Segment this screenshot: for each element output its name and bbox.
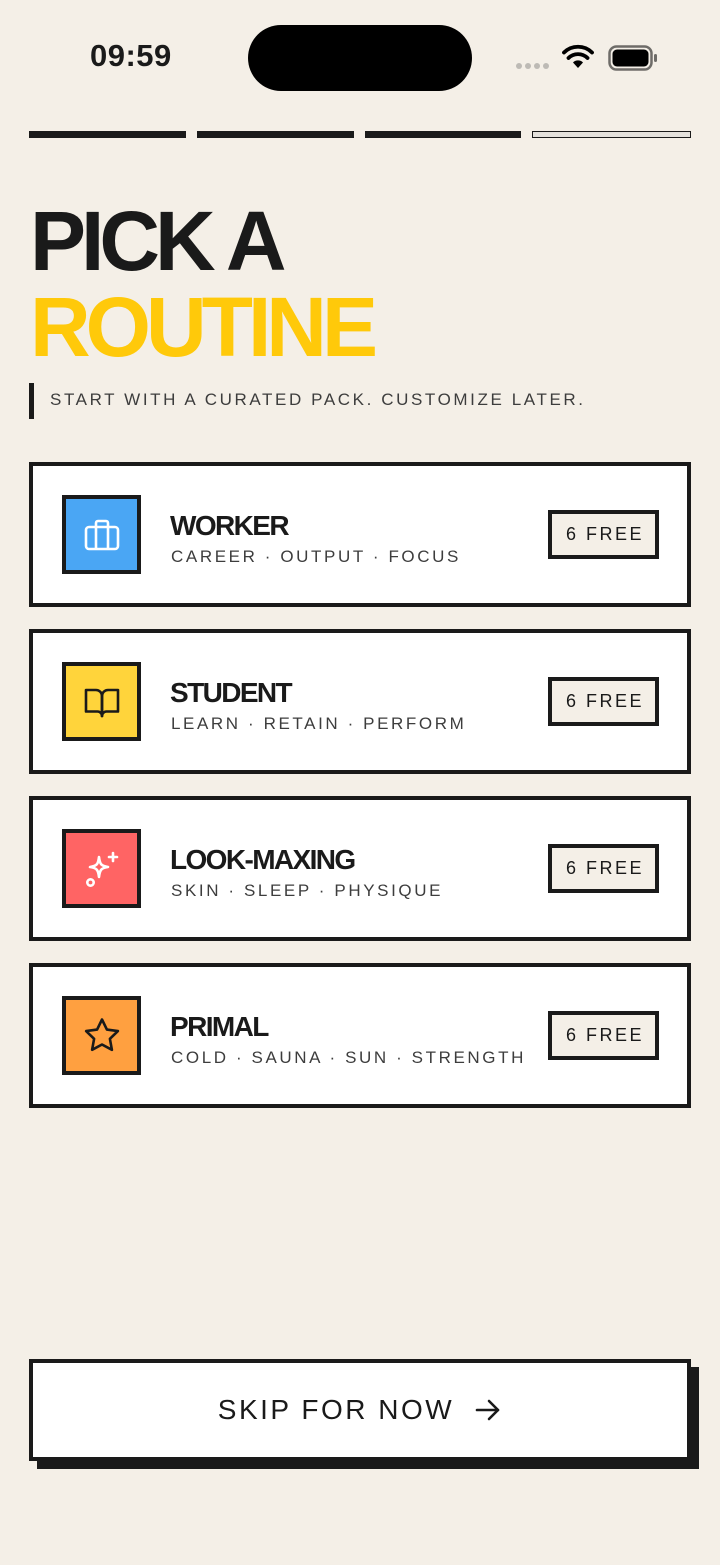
dynamic-island xyxy=(248,25,472,91)
briefcase-icon xyxy=(84,519,119,550)
routine-name: LOOK-MAXING xyxy=(170,844,356,875)
routine-name: WORKER xyxy=(170,510,290,541)
wifi-icon xyxy=(562,44,594,68)
routine-list: WORKER CAREER · OUTPUT · FOCUS 6 FREE ST… xyxy=(29,462,691,1130)
status-bar: 09:59 xyxy=(0,0,720,110)
page-title: PICK A ROUTINE xyxy=(30,194,378,374)
routine-card-primal[interactable]: PRIMAL COLD · SAUNA · SUN · STRENGTH 6 F… xyxy=(29,963,691,1108)
free-count-badge: 6 FREE xyxy=(548,677,659,726)
routine-tags: COLD · SAUNA · SUN · STRENGTH xyxy=(171,1048,526,1067)
page-title-line1: PICK A xyxy=(30,194,287,288)
routine-card-worker[interactable]: WORKER CAREER · OUTPUT · FOCUS 6 FREE xyxy=(29,462,691,607)
free-count-badge: 6 FREE xyxy=(548,1011,659,1060)
progress-step-2 xyxy=(196,131,354,138)
skip-button-container: SKIP FOR NOW xyxy=(29,1359,699,1469)
book-icon xyxy=(84,688,119,717)
battery-icon xyxy=(608,45,657,71)
progress-step-3 xyxy=(364,131,522,138)
routine-tags: CAREER · OUTPUT · FOCUS xyxy=(171,547,461,566)
page-title-line2: ROUTINE xyxy=(30,280,378,374)
onboarding-progress xyxy=(29,131,691,140)
routine-icon-tile xyxy=(62,996,141,1075)
routine-icon-tile xyxy=(62,495,141,574)
routine-icon-tile xyxy=(62,662,141,741)
routine-tags: LEARN · RETAIN · PERFORM xyxy=(171,714,467,733)
free-count-badge: 6 FREE xyxy=(548,510,659,559)
skip-button-label: SKIP FOR NOW xyxy=(217,1394,455,1425)
progress-step-1 xyxy=(29,131,186,138)
page-subtitle: START WITH A CURATED PACK. CUSTOMIZE LAT… xyxy=(29,383,586,419)
routine-name: PRIMAL xyxy=(170,1011,269,1042)
progress-step-4 xyxy=(532,131,691,138)
status-time: 09:59 xyxy=(90,38,172,73)
routine-card-student[interactable]: STUDENT LEARN · RETAIN · PERFORM 6 FREE xyxy=(29,629,691,774)
routine-icon-tile xyxy=(62,829,141,908)
sparkles-icon xyxy=(85,851,118,887)
skip-for-now-button[interactable]: SKIP FOR NOW xyxy=(29,1359,691,1461)
arrow-right-icon xyxy=(475,1399,500,1421)
routine-name: STUDENT xyxy=(170,677,293,708)
routine-card-look-maxing[interactable]: LOOK-MAXING SKIN · SLEEP · PHYSIQUE 6 FR… xyxy=(29,796,691,941)
routine-tags: SKIN · SLEEP · PHYSIQUE xyxy=(171,881,444,900)
cellular-signal-icon xyxy=(516,63,549,69)
star-icon xyxy=(84,1017,119,1051)
free-count-badge: 6 FREE xyxy=(548,844,659,893)
